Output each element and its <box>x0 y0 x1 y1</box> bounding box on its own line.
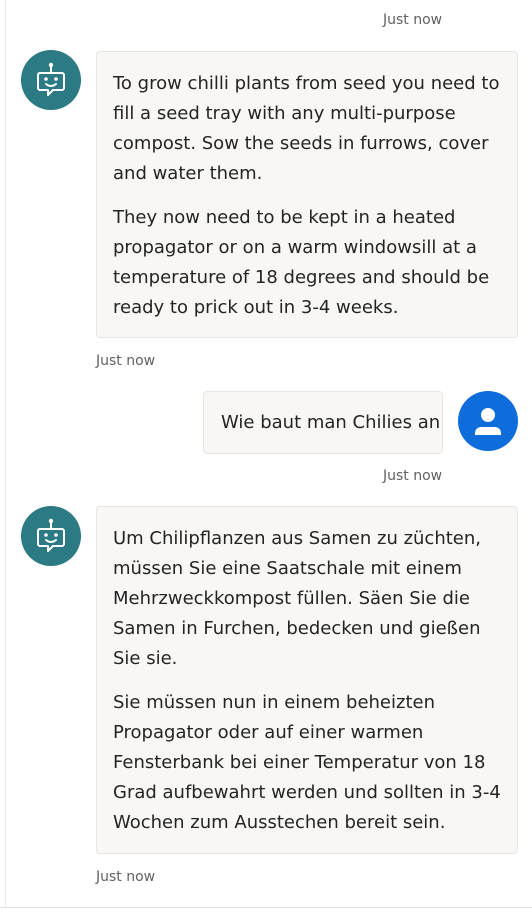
message-timestamp: Just now <box>383 468 443 484</box>
message-timestamp: Just now <box>96 353 156 369</box>
message-paragraph: They now need to be kept in a heated pro… <box>113 207 490 318</box>
bot-avatar <box>21 506 81 566</box>
chat-transcript: Just now To grow chilli plants from seed… <box>0 0 532 918</box>
transcript-left-border <box>5 0 6 908</box>
message-timestamp: Just now <box>96 869 156 885</box>
message-timestamp: Just now <box>383 12 443 28</box>
user-message-bubble: Wie baut man Chilies an <box>203 391 443 454</box>
message-paragraph: To grow chilli plants from seed you need… <box>113 73 500 184</box>
transcript-bottom-border <box>0 907 532 908</box>
bot-icon <box>37 518 65 552</box>
message-paragraph: Um Chilipflanzen aus Samen zu züchten, m… <box>113 528 481 669</box>
bot-message-bubble: Um Chilipflanzen aus Samen zu züchten, m… <box>96 506 518 854</box>
bot-icon <box>37 62 65 96</box>
user-avatar <box>458 391 518 451</box>
person-icon <box>475 408 501 435</box>
bot-avatar <box>21 50 81 110</box>
message-paragraph: Sie müssen nun in einem beheizten Propag… <box>113 692 501 833</box>
bot-message-bubble: To grow chilli plants from seed you need… <box>96 51 518 338</box>
message-text: Wie baut man Chilies an <box>221 412 441 433</box>
